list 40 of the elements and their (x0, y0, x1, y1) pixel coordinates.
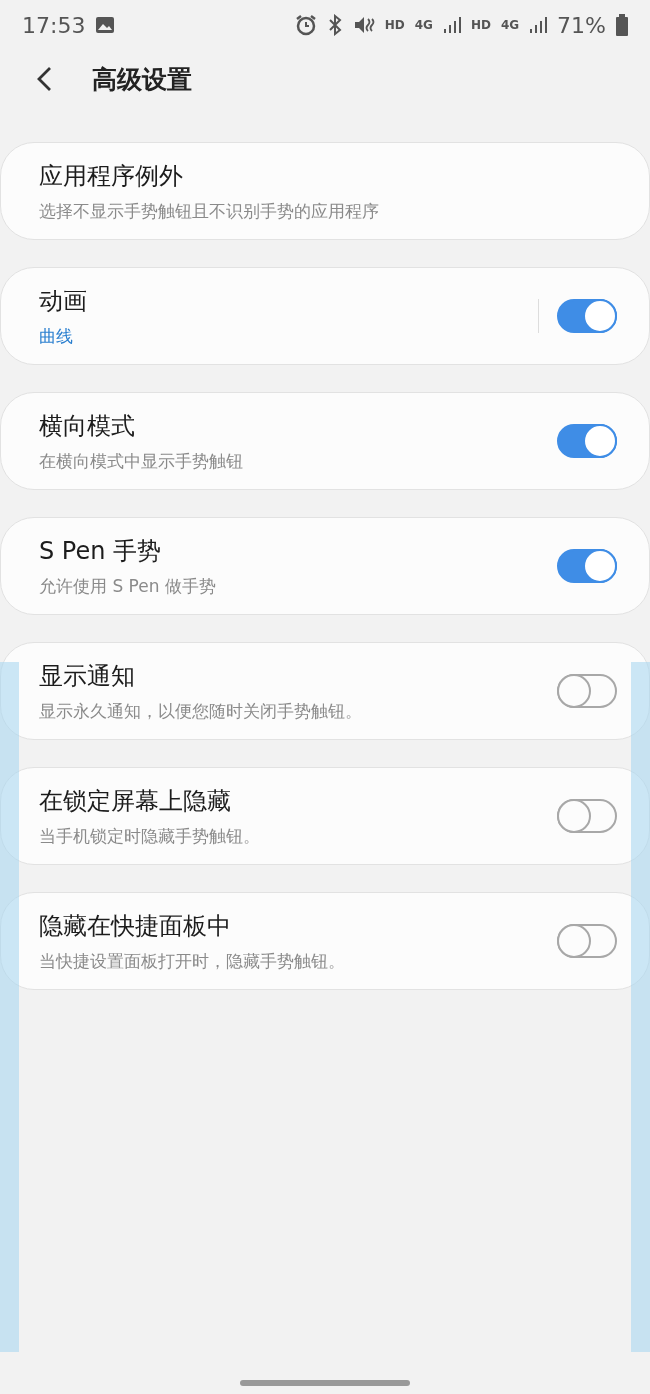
battery-icon (616, 14, 628, 36)
bluetooth-icon (326, 14, 343, 36)
setting-item[interactable]: S Pen 手势 允许使用 S Pen 做手势 (0, 517, 650, 615)
setting-item[interactable]: 隐藏在快捷面板中 当快捷设置面板打开时，隐藏手势触钮。 (0, 892, 650, 990)
setting-item[interactable]: 在锁定屏幕上隐藏 当手机锁定时隐藏手势触钮。 (0, 767, 650, 865)
signal-icon (529, 16, 548, 34)
network-type: 4G (414, 18, 433, 32)
toggle-switch[interactable] (557, 799, 617, 833)
toggle-switch[interactable] (557, 924, 617, 958)
network-type: 4G (500, 18, 520, 32)
setting-summary: 在横向模式中显示手势触钮 (39, 449, 244, 473)
setting-summary: 当快捷设置面板打开时，隐藏手势触钮。 (39, 949, 346, 973)
setting-summary: 允许使用 S Pen 做手势 (39, 574, 217, 598)
setting-item[interactable]: 显示通知 显示永久通知，以便您随时关闭手势触钮。 (0, 642, 650, 740)
toggle-switch[interactable] (557, 424, 617, 458)
setting-title: 显示通知 (39, 660, 136, 692)
setting-value: 曲线 (39, 324, 74, 348)
image-icon (95, 16, 116, 34)
hd-label: HD (470, 18, 491, 32)
page-title: 高级设置 (92, 63, 192, 96)
setting-summary: 显示永久通知，以便您随时关闭手势触钮。 (39, 699, 363, 723)
setting-title: 隐藏在快捷面板中 (39, 910, 232, 942)
hd-label: HD (384, 18, 405, 32)
toggle-switch[interactable] (557, 674, 617, 708)
setting-item[interactable]: 横向模式 在横向模式中显示手势触钮 (0, 392, 650, 490)
setting-title: 动画 (39, 285, 88, 317)
setting-title: 应用程序例外 (39, 160, 184, 192)
setting-title: S Pen 手势 (39, 535, 163, 567)
status-time: 17:53 (22, 12, 86, 38)
setting-summary: 选择不显示手势触钮且不识别手势的应用程序 (39, 199, 380, 223)
alarm-icon (294, 14, 317, 36)
toggle-switch[interactable] (557, 549, 617, 583)
setting-item[interactable]: 动画 曲线 (0, 267, 650, 365)
signal-icon (442, 16, 461, 34)
setting-summary: 当手机锁定时隐藏手势触钮。 (39, 824, 261, 848)
toggle-switch[interactable] (557, 299, 617, 333)
setting-title: 在锁定屏幕上隐藏 (39, 785, 232, 817)
setting-title: 横向模式 (39, 410, 136, 442)
battery-percent: 71% (557, 12, 606, 38)
setting-item[interactable]: 应用程序例外 选择不显示手势触钮且不识别手势的应用程序 (0, 142, 650, 240)
